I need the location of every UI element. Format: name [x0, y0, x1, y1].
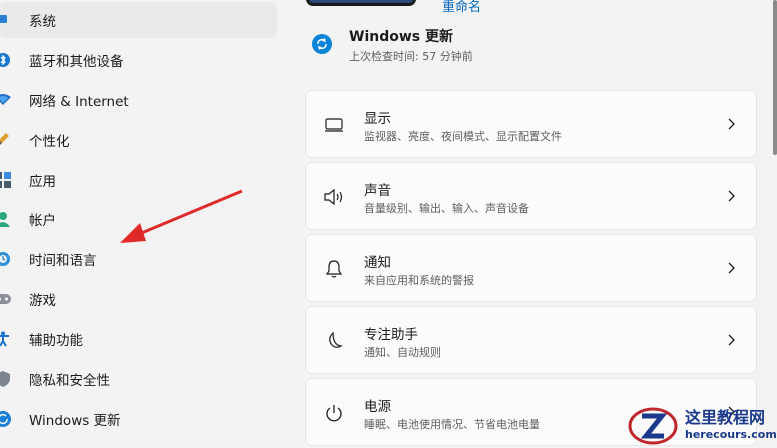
watermark-title: 这里教程网	[685, 408, 766, 427]
display-icon	[322, 113, 346, 137]
sidebar-item-label: 时间和语言	[29, 253, 97, 269]
annotation-arrow	[120, 189, 243, 243]
sidebar-item-label: 隐私和安全性	[29, 373, 110, 389]
network-icon	[0, 90, 12, 110]
sidebar-item-label: 辅助功能	[29, 333, 83, 349]
card-title: 显示	[364, 111, 391, 127]
gamepad-icon	[0, 289, 12, 309]
card-title: 电源	[364, 399, 391, 415]
device-thumbnail	[306, 0, 416, 6]
sidebar-item-label: 网络 & Internet	[29, 94, 129, 110]
sidebar-item-label: 个性化	[29, 134, 70, 150]
update-last-checked: 上次检查时间: 57 分钟前	[349, 50, 473, 63]
sidebar-item-privacy[interactable]: 隐私和安全性	[0, 361, 277, 397]
sidebar-item-label: 应用	[29, 174, 56, 190]
windows-update-icon	[0, 409, 12, 429]
watermark-url: herecours.com	[685, 428, 777, 441]
sidebar-item-personalization[interactable]: 个性化	[0, 122, 277, 158]
card-subtitle: 监视器、亮度、夜间模式、显示配置文件	[364, 130, 562, 143]
sidebar-item-accessibility[interactable]: 辅助功能	[0, 321, 277, 357]
sidebar-nav: 系统 蓝牙和其他设备 网络 & Internet 个性化 应用 帐户 时间和语言…	[0, 0, 290, 448]
chevron-right-icon	[728, 334, 735, 346]
clock-globe-icon	[0, 249, 12, 269]
apps-icon	[0, 170, 12, 190]
sidebar-item-label: 帐户	[29, 213, 56, 229]
settings-card-display[interactable]: 显示 监视器、亮度、夜间模式、显示配置文件	[305, 90, 757, 158]
card-subtitle: 通知、自动规则	[364, 346, 441, 359]
watermark: 这里教程网 herecours.com	[628, 404, 777, 448]
sidebar-item-label: 蓝牙和其他设备	[29, 54, 124, 70]
speaker-icon	[322, 185, 346, 209]
main-content: 重命名 Windows 更新 上次检查时间: 57 分钟前 显示 监视器、亮度、…	[290, 0, 777, 448]
chevron-right-icon	[728, 190, 735, 202]
bluetooth-icon	[0, 50, 12, 70]
rename-link[interactable]: 重命名	[442, 0, 481, 15]
settings-card-focus-assist[interactable]: 专注助手 通知、自动规则	[305, 306, 757, 374]
account-icon	[0, 209, 12, 229]
sidebar-item-windows-update[interactable]: Windows 更新	[0, 401, 277, 437]
windows-update-icon	[312, 34, 332, 54]
settings-card-sound[interactable]: 声音 音量级别、输出、输入、声音设备	[305, 162, 757, 230]
power-icon	[322, 401, 346, 425]
card-title: 声音	[364, 183, 391, 199]
brush-icon	[0, 130, 12, 150]
watermark-logo	[628, 407, 678, 445]
card-subtitle: 睡眠、电池使用情况、节省电池电量	[364, 418, 540, 431]
update-title: Windows 更新	[349, 29, 453, 45]
sidebar-item-system[interactable]: 系统	[0, 2, 277, 38]
sidebar-item-label: 系统	[29, 14, 56, 30]
sidebar-item-gaming[interactable]: 游戏	[0, 281, 277, 317]
scrollbar[interactable]	[773, 0, 777, 155]
shield-icon	[0, 369, 12, 389]
chevron-right-icon	[728, 262, 735, 274]
bell-icon	[322, 257, 346, 281]
sidebar-item-label: 游戏	[29, 293, 56, 309]
sidebar-item-label: Windows 更新	[29, 413, 121, 429]
card-subtitle: 音量级别、输出、输入、声音设备	[364, 202, 529, 215]
chevron-right-icon	[728, 118, 735, 130]
card-subtitle: 来自应用和系统的警报	[364, 274, 474, 287]
sidebar-item-bluetooth[interactable]: 蓝牙和其他设备	[0, 42, 277, 78]
card-title: 通知	[364, 255, 391, 271]
card-title: 专注助手	[364, 327, 418, 343]
sidebar-item-network[interactable]: 网络 & Internet	[0, 82, 277, 118]
accessibility-icon	[0, 329, 12, 349]
settings-card-notifications[interactable]: 通知 来自应用和系统的警报	[305, 234, 757, 302]
system-icon	[0, 10, 12, 30]
moon-icon	[322, 329, 346, 353]
